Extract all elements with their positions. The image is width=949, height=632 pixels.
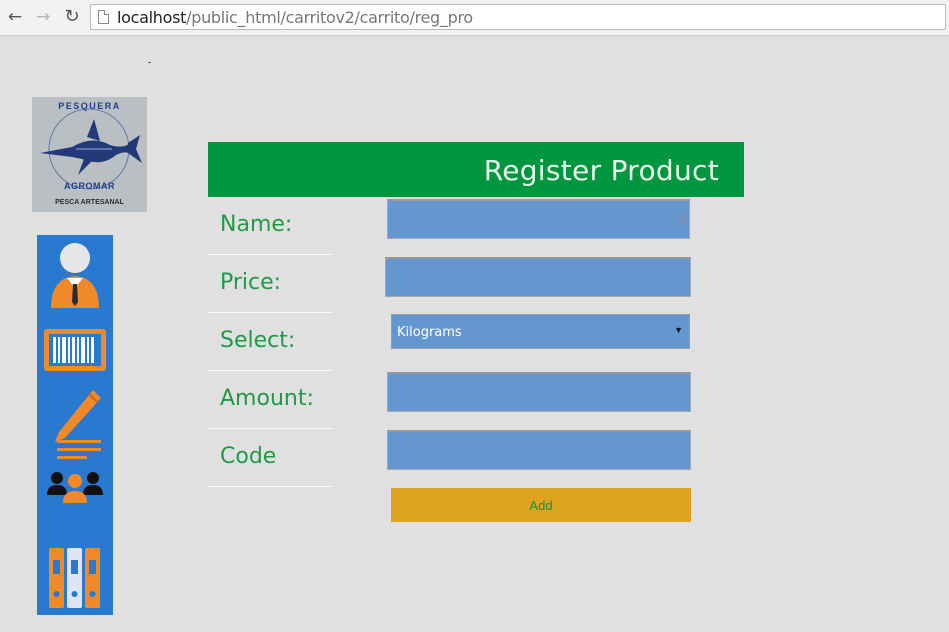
forward-arrow-icon[interactable]: → <box>33 8 53 26</box>
add-button[interactable]: Add <box>391 488 691 522</box>
select-label-row: Select: <box>208 313 332 371</box>
pencil-icon <box>55 390 101 459</box>
browser-toolbar: ← → ↻ localhost/public_html/carritov2/ca… <box>0 0 949 36</box>
sidebar <box>37 235 113 615</box>
barcode-icon <box>44 329 106 371</box>
users-icon <box>47 472 103 503</box>
sidebar-item-barcode[interactable] <box>37 324 113 376</box>
select-label: Select: <box>220 328 296 353</box>
dropdown-caret-icon: ▼ <box>674 325 683 335</box>
sidebar-item-edit[interactable] <box>37 387 113 465</box>
address-bar[interactable]: localhost/public_html/carritov2/carrito/… <box>90 4 946 30</box>
amount-label-row: Amount: <box>208 371 332 429</box>
logo-brand-text: AGROMAR <box>64 181 115 191</box>
code-label-row: Code <box>208 429 332 487</box>
code-label: Code <box>220 444 277 469</box>
unit-select[interactable]: Kilograms ▼ <box>391 314 690 349</box>
url-text: localhost/public_html/carritov2/carrito/… <box>117 8 473 27</box>
amount-input[interactable] <box>387 372 691 412</box>
name-label: Name: <box>220 212 293 237</box>
back-arrow-icon[interactable]: ← <box>5 8 25 26</box>
autofill-icon[interactable] <box>675 213 685 224</box>
stray-dot <box>148 62 151 63</box>
user-icon <box>51 243 99 308</box>
form-header: Register Product <box>208 142 744 197</box>
price-label: Price: <box>220 270 282 295</box>
sidebar-item-user[interactable] <box>37 240 113 310</box>
sidebar-item-binders[interactable] <box>37 545 113 611</box>
name-label-row: Name: <box>208 197 332 255</box>
amount-label: Amount: <box>220 386 314 411</box>
sidebar-item-users[interactable] <box>37 467 113 507</box>
url-host: localhost <box>117 8 187 27</box>
company-logo: PESQUERA AGROMAR PESCA ARTESANAL <box>32 97 147 212</box>
reload-icon[interactable]: ↻ <box>62 8 82 26</box>
binders-icon <box>49 548 100 608</box>
price-input[interactable] <box>385 257 691 297</box>
logo-tagline: PESCA ARTESANAL <box>55 199 124 206</box>
url-path: /public_html/carritov2/carrito/reg_pro <box>186 8 473 27</box>
code-input[interactable] <box>387 430 691 470</box>
name-input[interactable] <box>387 199 690 239</box>
unit-select-value: Kilograms <box>397 325 462 340</box>
page-icon <box>98 10 109 24</box>
page-title: Register Product <box>483 154 719 187</box>
swordfish-icon <box>40 108 142 190</box>
price-label-row: Price: <box>208 255 332 313</box>
